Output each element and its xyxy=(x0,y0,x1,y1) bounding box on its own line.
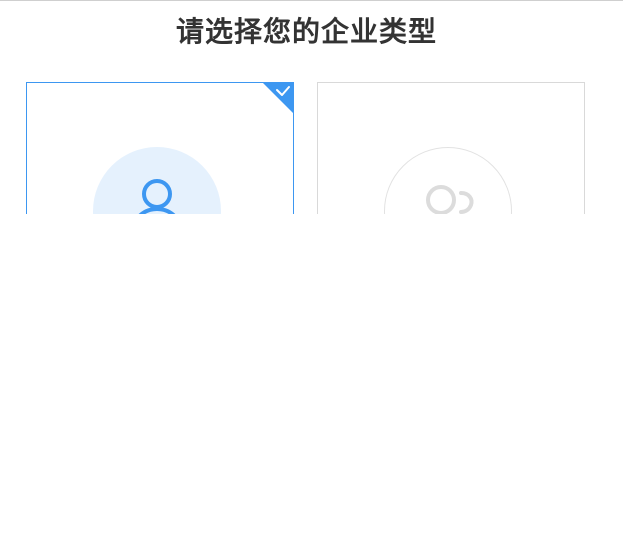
enterprise-type-option-1[interactable] xyxy=(26,82,294,214)
page-viewport: 请选择您的企业类型 xyxy=(0,0,623,214)
option-icon-circle xyxy=(93,147,221,214)
users-icon xyxy=(426,185,474,214)
user-icon xyxy=(138,179,176,214)
enterprise-type-option-2[interactable] xyxy=(317,82,585,214)
check-icon xyxy=(276,86,290,96)
option-icon-circle xyxy=(384,147,512,214)
page-title: 请选择您的企业类型 xyxy=(175,15,437,48)
